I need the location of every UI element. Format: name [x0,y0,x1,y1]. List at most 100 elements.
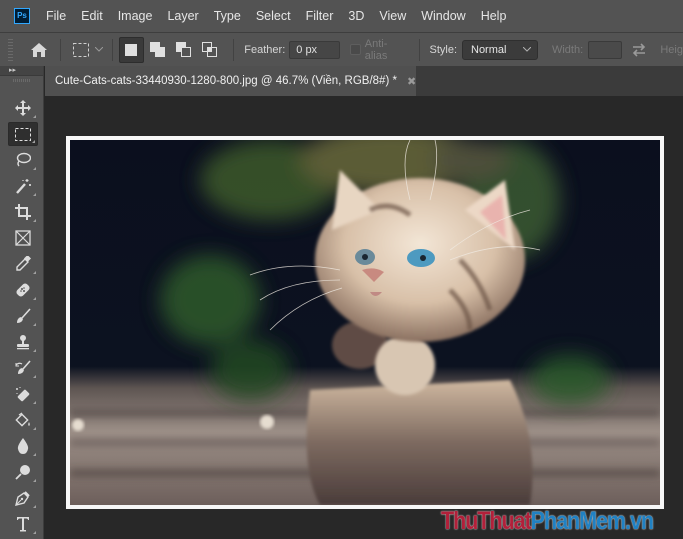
tools-panel-grip[interactable] [13,79,30,82]
menu-file[interactable]: File [46,9,66,23]
pen-icon [15,491,30,506]
clone-stamp-tool[interactable] [8,330,38,354]
tool-flyout-indicator [33,375,36,378]
tool-flyout-indicator [33,219,36,222]
dodge-icon [15,465,30,480]
dodge-tool[interactable] [8,460,38,484]
feather-label: Feather: [244,43,286,56]
divider [59,38,61,61]
photoshop-logo-icon[interactable]: Ps [14,8,30,24]
magic-wand-icon [16,179,31,194]
preset-dropdown-button[interactable] [92,36,106,64]
menu-edit[interactable]: Edit [81,9,103,23]
add-to-selection-button[interactable] [145,37,170,63]
frame-icon [15,230,31,246]
tool-flyout-indicator [33,271,36,274]
chevron-down-icon [94,47,103,52]
paint-bucket-icon [15,412,30,427]
tool-flyout-indicator [33,427,36,430]
rectangular-marquee-tool[interactable] [8,122,38,146]
stamp-icon [17,335,29,350]
watermark-part2: PhanMem [530,507,626,535]
magic-wand-tool[interactable] [8,174,38,198]
eraser-tool[interactable] [8,382,38,406]
style-label: Style: [429,43,457,56]
close-icon[interactable]: ✖ [407,75,416,88]
lasso-icon [16,152,31,167]
add-selection-icon [149,42,165,57]
watermark-part1: ThuThuat [441,507,532,535]
menu-filter[interactable]: Filter [306,9,334,23]
cat-photo[interactable] [70,140,660,505]
style-select-value: Normal [471,43,507,56]
menu-help[interactable]: Help [481,9,507,23]
document-tab[interactable]: Cute-Cats-cats-33440930-1280-800.jpg @ 4… [45,66,416,96]
tool-flyout-indicator [33,297,36,300]
eyedropper-tool[interactable] [8,252,38,276]
width-label: Width: [551,43,584,56]
brush-tool[interactable] [8,304,38,328]
tool-flyout-indicator [33,505,36,508]
tool-flyout-indicator [33,479,36,482]
tool-flyout-indicator [32,140,35,143]
width-input[interactable] [588,40,622,59]
intersect-selection-button[interactable] [197,37,222,63]
crop-tool[interactable] [8,200,38,224]
eyedropper-icon [16,256,31,271]
divider [111,38,113,61]
menu-layer[interactable]: Layer [167,9,198,23]
tool-preset-picker[interactable] [71,36,92,64]
tool-flyout-indicator [33,349,36,352]
document-tab-title: Cute-Cats-cats-33440930-1280-800.jpg @ 4… [55,75,397,87]
tool-flyout-indicator [33,115,36,118]
brush-icon [17,308,31,323]
subtract-from-selection-button[interactable] [171,37,196,63]
type-icon [17,517,29,532]
tool-flyout-indicator [33,193,36,196]
marquee-icon [15,127,31,141]
tool-flyout-indicator [33,453,36,456]
move-tool[interactable] [8,96,38,120]
tools-panel-collapse[interactable]: ▸▸ [0,66,43,76]
lasso-tool[interactable] [8,148,38,172]
watermark-part3: .vn [624,507,654,535]
menu-select[interactable]: Select [256,9,291,23]
menu-window[interactable]: Window [421,9,465,23]
home-button[interactable] [25,36,54,64]
tool-flyout-indicator [33,167,36,170]
spot-healing-tool[interactable] [8,278,38,302]
divider [233,38,235,61]
height-label: Heig [660,43,683,56]
subtract-selection-icon [176,42,192,57]
pen-tool[interactable] [8,486,38,510]
swap-dimensions-button[interactable] [622,36,657,64]
menu-type[interactable]: Type [214,9,241,23]
chevron-down-icon [522,47,531,52]
anti-alias-label: Anti-alias [364,37,388,62]
menu-view[interactable]: View [379,9,406,23]
blur-drop-icon [17,438,29,454]
tool-flyout-indicator [33,401,36,404]
menu-bar: Ps File Edit Image Layer Type Select Fil… [0,0,683,32]
feather-input[interactable]: 0 px [289,40,341,59]
style-select[interactable]: Normal [462,39,538,60]
canvas-area[interactable] [45,96,683,539]
paint-bucket-tool[interactable] [8,408,38,432]
new-selection-icon [125,43,138,56]
type-tool[interactable] [8,512,38,536]
watermark-text: ThuThuatPhanMem.vn [441,507,654,536]
history-brush-tool[interactable] [8,356,38,380]
swap-arrows-icon [632,42,646,57]
kitten-image [70,140,660,505]
divider [418,38,420,61]
new-selection-button[interactable] [118,36,144,63]
options-bar-grip[interactable] [8,38,13,61]
tool-flyout-indicator [33,531,36,534]
menu-3d[interactable]: 3D [348,9,364,23]
move-icon [15,100,31,116]
blur-tool[interactable] [8,434,38,458]
frame-tool[interactable] [8,226,38,250]
anti-alias-checkbox[interactable] [350,44,361,55]
menu-image[interactable]: Image [118,9,153,23]
eraser-icon [16,387,30,402]
